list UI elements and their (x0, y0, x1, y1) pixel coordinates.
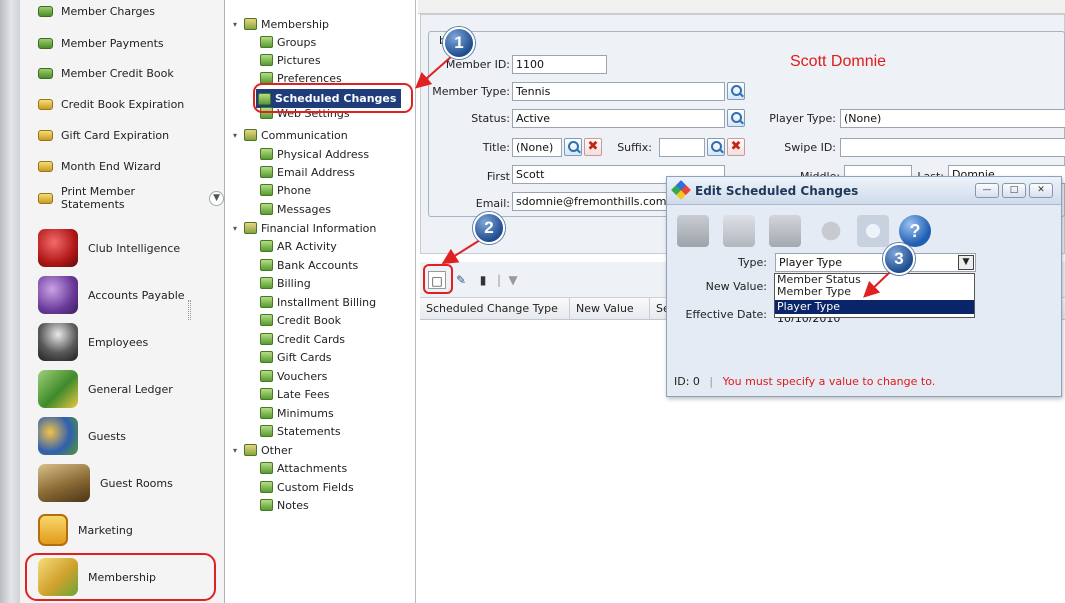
callout-badge-1: 1 (443, 27, 475, 59)
callout-badge-3: 3 (883, 243, 915, 275)
callout-3-arrow (863, 271, 891, 298)
callout-2-arrow (441, 239, 481, 265)
callout-1-arrow (415, 55, 453, 89)
callout-badge-2: 2 (473, 212, 505, 244)
callout-arrows (415, 55, 891, 298)
